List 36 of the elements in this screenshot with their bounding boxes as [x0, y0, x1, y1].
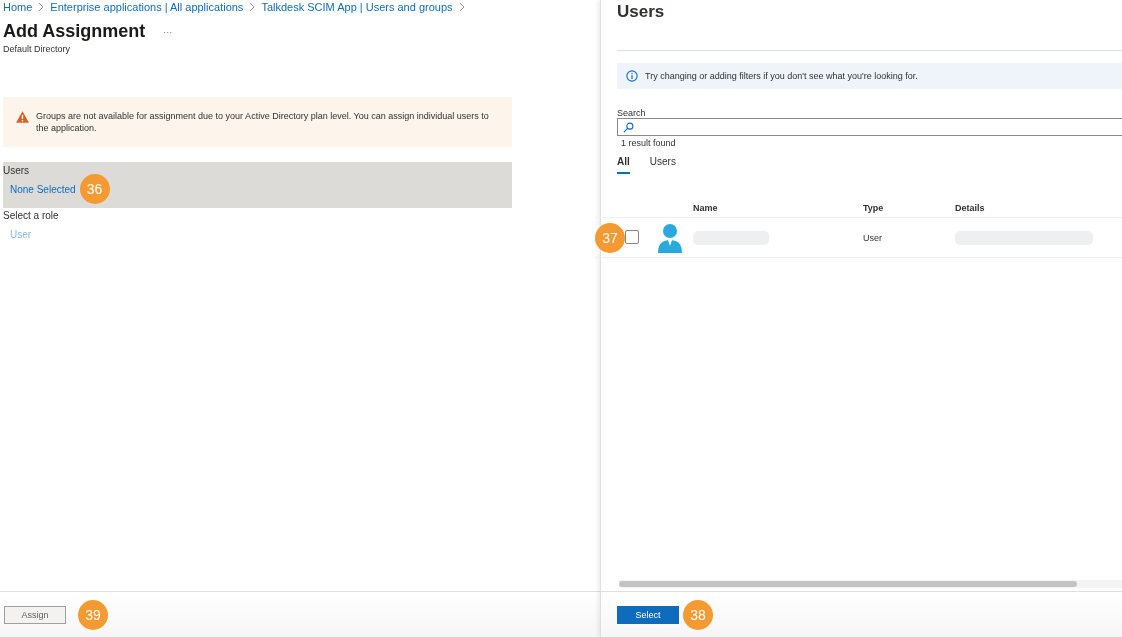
- step-badge: 39: [78, 599, 108, 630]
- none-selected-link[interactable]: None Selected: [3, 183, 76, 195]
- table-cell-text: User: [863, 232, 883, 243]
- step-badge: 38: [683, 599, 713, 630]
- breadcrumb-link[interactable]: Home: [3, 1, 33, 13]
- panel-title: Users: [617, 2, 666, 23]
- info-icon: [626, 70, 638, 82]
- horizontal-scrollbar[interactable]: [619, 580, 1122, 588]
- column-header: Name: [693, 203, 719, 213]
- warning-text: Groups are not available for assignment due to your Active Directory plan level. You can assign individual users to the application.: [36, 110, 490, 134]
- step-badge: 37: [595, 222, 625, 253]
- select-button[interactable]: Select: [617, 605, 679, 624]
- breadcrumb-link[interactable]: Talkdesk SCIM App | Users and groups: [261, 1, 453, 13]
- page-subtitle: Default Directory: [3, 44, 72, 54]
- search-label: Search: [617, 108, 647, 118]
- role-label: Select a role: [3, 210, 60, 221]
- warning-icon: [16, 111, 29, 123]
- info-text: Try changing or adding filters if you don't see what you're looking for.: [645, 71, 918, 81]
- step-badge: 36: [79, 174, 110, 204]
- search-field[interactable]: [617, 118, 1122, 136]
- chevron-icon: [38, 2, 45, 12]
- result-count: 1 result found: [620, 138, 677, 148]
- users-label: Users: [3, 165, 31, 176]
- chevron-icon: [458, 2, 465, 12]
- column-header: Type: [863, 203, 885, 213]
- filter-tab[interactable]: All: [617, 156, 630, 174]
- breadcrumb-link[interactable]: Enterprise applications | All applications: [50, 1, 244, 13]
- more-button[interactable]: ···: [163, 26, 173, 37]
- users-selector[interactable]: Users None Selected 36: [3, 162, 512, 208]
- row-checkbox[interactable]: [625, 229, 639, 244]
- column-header: Details: [955, 203, 986, 213]
- search-icon: [623, 121, 634, 133]
- chevron-icon: [249, 2, 256, 12]
- filter-tab[interactable]: Users: [649, 156, 676, 174]
- user-avatar-icon: [657, 222, 683, 253]
- page-title: Add Assignment: [3, 21, 146, 42]
